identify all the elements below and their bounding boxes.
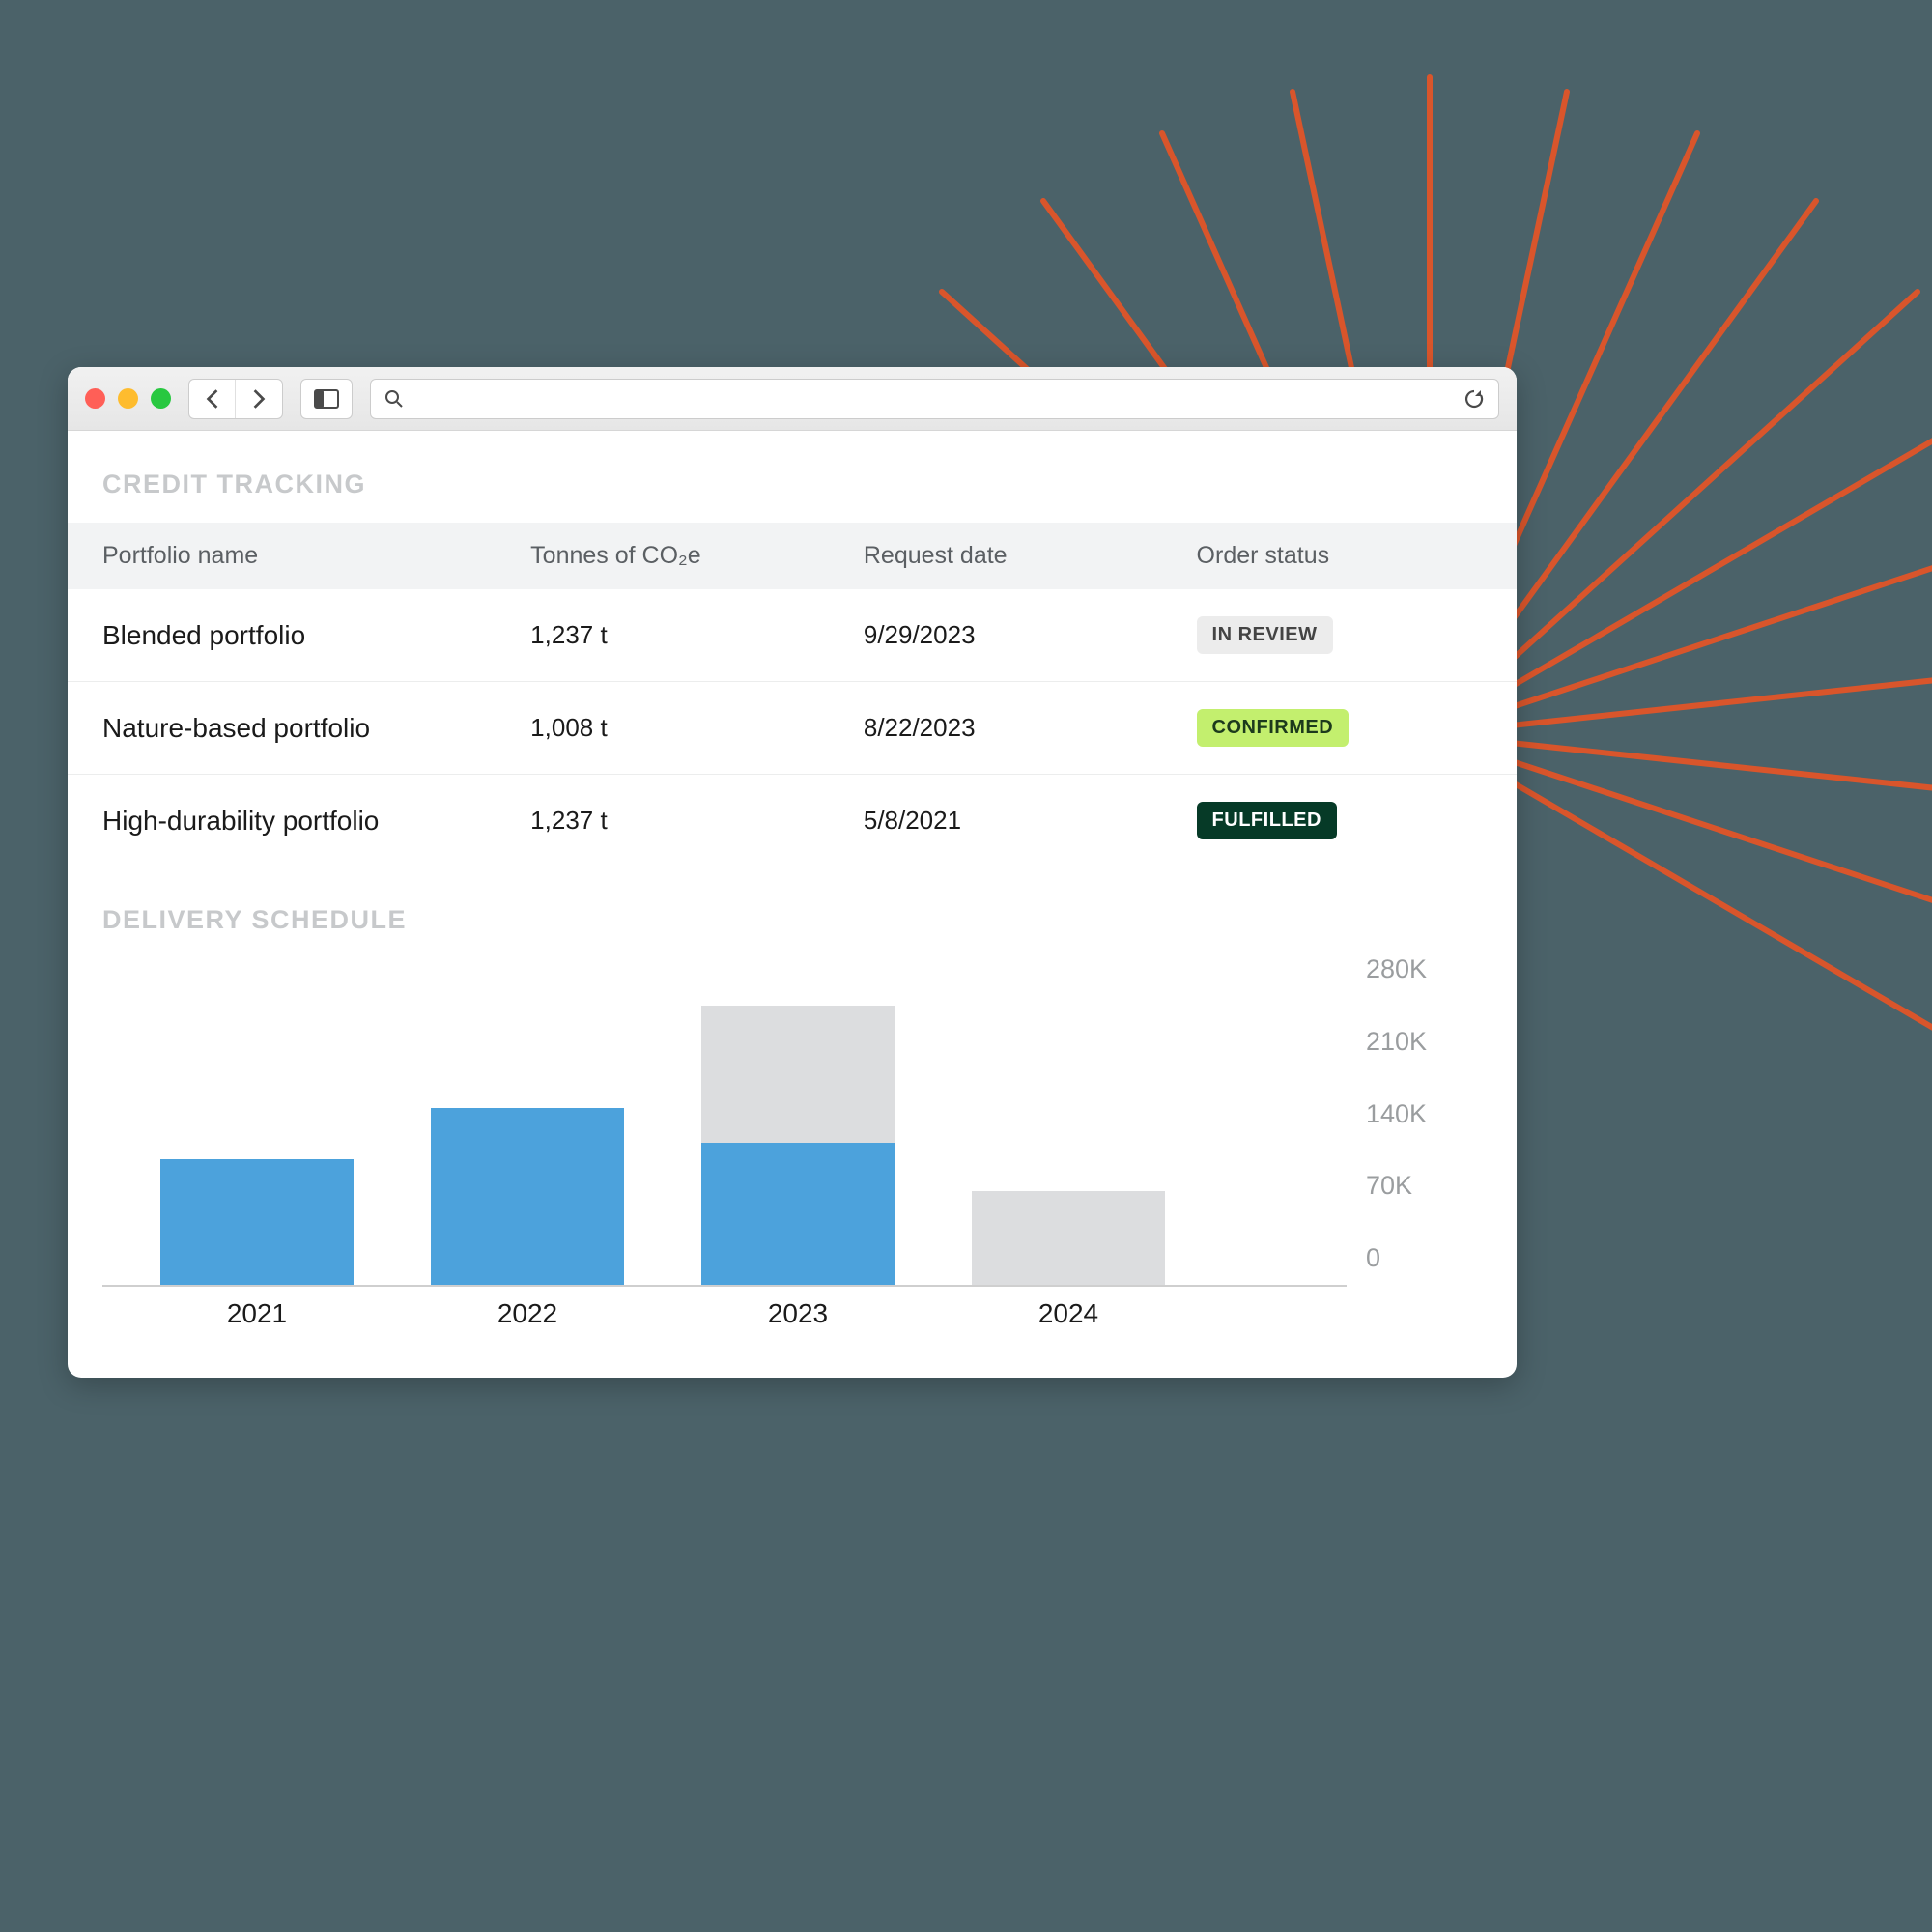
close-icon[interactable] [85, 388, 105, 409]
chart-plot-area [102, 968, 1347, 1287]
x-tick-label: 2021 [160, 1298, 354, 1329]
x-tick-label: 2023 [701, 1298, 895, 1329]
back-button[interactable] [189, 380, 236, 418]
x-tick-label: 2024 [972, 1298, 1165, 1329]
chart-bar [160, 968, 354, 1285]
chart-x-axis: 2021 2022 2023 2024 [102, 1287, 1347, 1329]
cell-name: Nature-based portfolio [102, 713, 530, 744]
y-tick-label: 210K [1366, 1027, 1482, 1057]
chart-y-axis: 280K 210K 140K 70K 0 [1366, 954, 1482, 1273]
zoom-icon[interactable] [151, 388, 171, 409]
sidebar-toggle-button[interactable] [300, 379, 353, 419]
col-header-status: Order status [1197, 542, 1482, 570]
cell-date: 5/8/2021 [864, 806, 1197, 836]
col-header-name: Portfolio name [102, 542, 530, 570]
chart-bar [431, 968, 624, 1285]
cell-name: Blended portfolio [102, 620, 530, 651]
chart-bar [701, 968, 895, 1285]
chevron-left-icon [204, 388, 221, 410]
status-badge: CONFIRMED [1197, 709, 1350, 747]
table-row: High-durability portfolio 1,237 t 5/8/20… [68, 775, 1517, 867]
chart-bar [972, 968, 1165, 1285]
page-content: CREDIT TRACKING Portfolio name Tonnes of… [68, 431, 1517, 1378]
url-input[interactable] [415, 386, 1452, 412]
y-tick-label: 70K [1366, 1171, 1482, 1201]
y-tick-label: 140K [1366, 1099, 1482, 1129]
search-icon [384, 389, 404, 409]
y-tick-label: 280K [1366, 954, 1482, 984]
status-badge: FULFILLED [1197, 802, 1337, 839]
status-badge: IN REVIEW [1197, 616, 1333, 654]
credit-tracking-table: Portfolio name Tonnes of CO₂e Request da… [68, 523, 1517, 867]
bar-segment-delivered [160, 1159, 354, 1285]
cell-date: 9/29/2023 [864, 620, 1197, 650]
chevron-right-icon [250, 388, 268, 410]
delivery-schedule-chart: 2021202220232024 280K210K140K70K0 [68, 958, 1517, 1329]
col-header-date: Request date [864, 542, 1197, 570]
reload-icon[interactable] [1463, 388, 1485, 410]
minimize-icon[interactable] [118, 388, 138, 409]
browser-window: CREDIT TRACKING Portfolio name Tonnes of… [68, 367, 1517, 1378]
cell-date: 8/22/2023 [864, 713, 1197, 743]
table-row: Blended portfolio 1,237 t 9/29/2023 IN R… [68, 589, 1517, 682]
cell-co2: 1,237 t [530, 620, 864, 650]
bar-segment-projected [701, 1006, 895, 1142]
col-header-co2: Tonnes of CO₂e [530, 542, 864, 570]
bar-segment-delivered [431, 1108, 624, 1285]
traffic-lights [85, 388, 171, 409]
sidebar-icon [314, 389, 339, 409]
table-header-row: Portfolio name Tonnes of CO₂e Request da… [68, 523, 1517, 589]
bar-segment-delivered [701, 1143, 895, 1285]
cell-co2: 1,008 t [530, 713, 864, 743]
credit-tracking-title: CREDIT TRACKING [68, 469, 1517, 523]
cell-name: High-durability portfolio [102, 806, 530, 837]
cell-co2: 1,237 t [530, 806, 864, 836]
address-bar[interactable] [370, 379, 1499, 419]
nav-buttons [188, 379, 283, 419]
delivery-schedule-title: DELIVERY SCHEDULE [68, 867, 1517, 958]
table-row: Nature-based portfolio 1,008 t 8/22/2023… [68, 682, 1517, 775]
bar-segment-projected [972, 1191, 1165, 1285]
forward-button[interactable] [236, 380, 282, 418]
y-tick-label: 0 [1366, 1243, 1482, 1273]
window-titlebar [68, 367, 1517, 431]
x-tick-label: 2022 [431, 1298, 624, 1329]
